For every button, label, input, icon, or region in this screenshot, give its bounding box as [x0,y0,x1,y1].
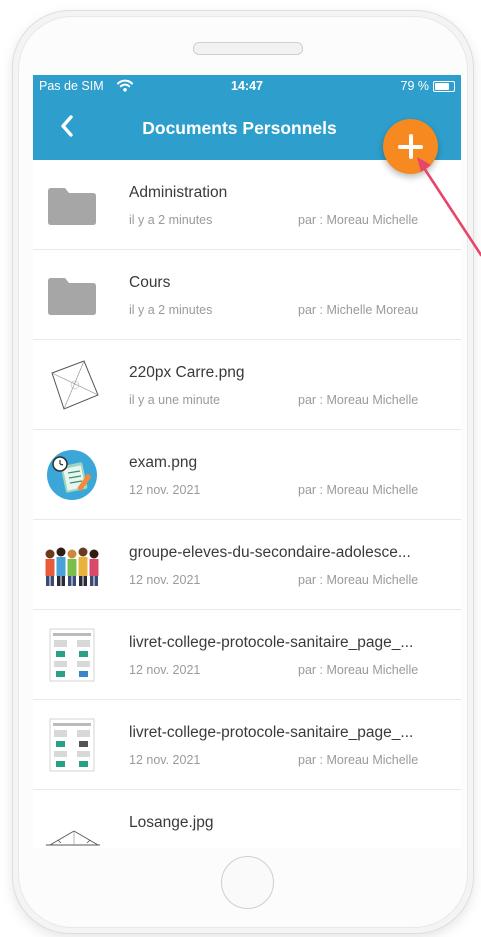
folder-icon [48,188,96,225]
file-date: il y a une minute [129,393,221,407]
list-item[interactable]: groupe-eleves-du-secondaire-adolesce... … [33,520,461,610]
file-date: il y a 2 minutes [129,303,213,317]
file-date: 12 nov. 2021 [129,483,201,497]
list-item[interactable]: exam.png 12 nov. 2021 par : Moreau Miche… [33,430,461,520]
file-name: 220px Carre.png [129,364,245,381]
document-page-thumbnail [49,718,95,772]
square-geometry-thumbnail [51,360,99,410]
file-owner: par : Michelle Moreau [298,303,419,317]
list-item[interactable]: livret-college-protocole-sanitaire_page_… [33,610,461,700]
home-button[interactable] [221,856,274,909]
list-item[interactable]: Administration il y a 2 minutes par : Mo… [33,160,461,250]
list-item[interactable]: 220px Carre.png il y a une minute par : … [33,340,461,430]
app-screen: Pas de SIM 14:47 79 % Documents Personne… [33,75,461,848]
status-bar: Pas de SIM 14:47 79 % [33,75,461,97]
file-owner: par : Moreau Michelle [298,213,419,227]
file-owner: par : Moreau Michelle [298,393,419,407]
file-list: Administration il y a 2 minutes par : Mo… [33,160,461,848]
add-document-button[interactable] [383,119,438,174]
status-time: 14:47 [231,79,263,93]
file-name: groupe-eleves-du-secondaire-adolesce... [129,544,411,561]
students-group-thumbnail [45,547,99,586]
file-name: Cours [129,274,171,291]
folder-icon [48,278,96,315]
list-item[interactable]: Losange.jpg [33,790,461,848]
file-owner: par : Moreau Michelle [298,663,419,677]
exam-thumbnail [47,450,97,500]
file-date: 12 nov. 2021 [129,753,201,767]
file-owner: par : Moreau Michelle [298,573,419,587]
list-item[interactable]: Cours il y a 2 minutes par : Michelle Mo… [33,250,461,340]
file-name: livret-college-protocole-sanitaire_page_… [129,634,414,651]
file-owner: par : Moreau Michelle [298,483,419,497]
file-owner: par : Moreau Michelle [298,753,419,767]
file-name: Administration [129,184,228,201]
document-page-thumbnail [49,628,95,682]
phone-speaker [193,42,303,55]
file-date: il y a 2 minutes [129,213,213,227]
file-name: Losange.jpg [129,814,214,831]
rhombus-geometry-thumbnail [46,830,100,846]
battery-percent: 79 % [400,79,430,93]
file-date: 12 nov. 2021 [129,573,201,587]
list-item[interactable]: livret-college-protocole-sanitaire_page_… [33,700,461,790]
file-name: livret-college-protocole-sanitaire_page_… [129,724,414,741]
file-name: exam.png [129,454,198,471]
file-date: 12 nov. 2021 [129,663,201,677]
battery-icon [433,81,455,92]
